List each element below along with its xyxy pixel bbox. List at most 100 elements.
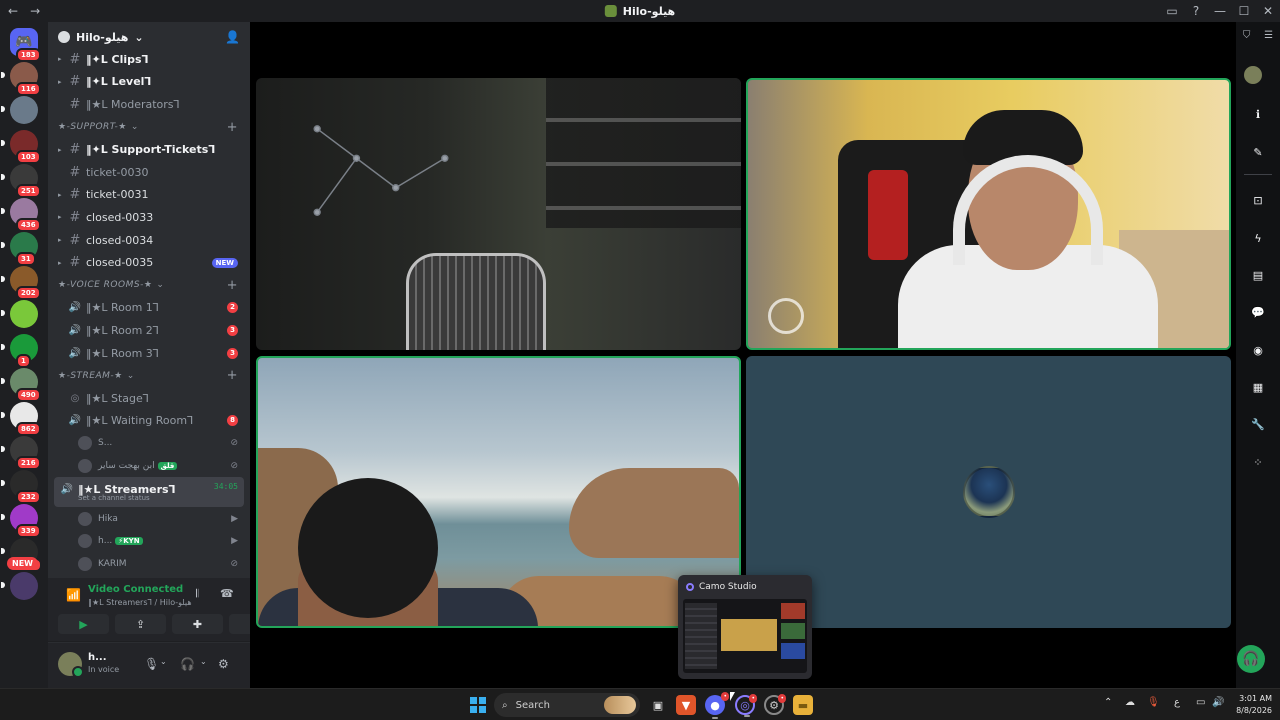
- text-channel[interactable]: ▸ # closed-0035 NEW: [48, 251, 250, 274]
- disconnect-icon[interactable]: ☎: [220, 587, 234, 600]
- text-channel[interactable]: ▸ # ‖✦L Support-Tickets⅂: [48, 138, 250, 161]
- display-icon[interactable]: ▭: [1196, 697, 1205, 708]
- shield-icon[interactable]: ⛉: [1243, 30, 1251, 41]
- add-channel-icon[interactable]: +: [227, 120, 238, 135]
- server-icon[interactable]: [1, 300, 38, 328]
- minimize-button[interactable]: —: [1212, 4, 1228, 18]
- focus-icon[interactable]: ⊡: [1248, 190, 1268, 210]
- voice-user[interactable]: ابن بهجت ساير قلق ⊘: [48, 455, 250, 478]
- chevron-up-icon[interactable]: ⌃: [1104, 697, 1112, 708]
- microphone-icon[interactable]: 🎙: [1147, 697, 1160, 708]
- server-icon[interactable]: 31: [1, 232, 38, 266]
- signal-icon[interactable]: 📶: [66, 588, 81, 602]
- text-channel[interactable]: ▸ # ‖✦L Clips⅂: [48, 48, 250, 71]
- server-icon[interactable]: 251: [1, 164, 41, 198]
- windows-start-icon[interactable]: [470, 697, 486, 713]
- info-icon[interactable]: ℹ: [1248, 104, 1268, 124]
- headphones-icon[interactable]: 🎧: [180, 657, 195, 671]
- text-channel[interactable]: ▸ # closed-0033: [48, 206, 250, 229]
- help-icon[interactable]: ?: [1188, 4, 1204, 18]
- server-icon[interactable]: 1: [1, 334, 38, 368]
- file-explorer-icon[interactable]: ▬: [793, 695, 813, 715]
- server-icon[interactable]: 862: [1, 402, 41, 436]
- steam-icon[interactable]: ⚙ •: [764, 694, 786, 715]
- voice-user[interactable]: Hika ▶: [48, 507, 250, 530]
- cloud-icon[interactable]: ☁: [1125, 697, 1135, 708]
- screen-share-button[interactable]: ⇪: [115, 614, 166, 634]
- add-user-icon[interactable]: 👤: [225, 30, 240, 44]
- voice-user[interactable]: KARIM ⊘: [48, 552, 250, 575]
- avatar[interactable]: [1244, 66, 1262, 84]
- wrench-icon[interactable]: 🔧: [1248, 414, 1268, 434]
- home-button[interactable]: 🎮 183: [10, 28, 41, 62]
- taskbar-search[interactable]: ⌕ Search: [494, 693, 640, 717]
- voice-channel[interactable]: 🔊 ‖★L Room 3⅂ 3: [48, 342, 250, 365]
- avatar[interactable]: [58, 652, 84, 678]
- voice-user[interactable]: h... ⚡KYN ▶: [48, 530, 250, 553]
- video-tile-speaking[interactable]: [256, 356, 741, 628]
- bolt-icon[interactable]: ϟ: [1248, 228, 1268, 248]
- text-channel[interactable]: ▸ # ticket-0031: [48, 184, 250, 207]
- video-tile-speaking[interactable]: [746, 78, 1231, 350]
- volume-icon[interactable]: 🔊: [1212, 697, 1224, 708]
- chevron-down-icon[interactable]: ⌄: [200, 657, 207, 666]
- stage-channel[interactable]: ◎ ‖★L Stage⅂: [48, 387, 250, 410]
- chevron-down-icon[interactable]: ⌄: [160, 657, 167, 666]
- pencil-icon[interactable]: ✎: [1248, 142, 1268, 162]
- text-channel[interactable]: ▸ # closed-0034: [48, 229, 250, 252]
- new-unreads-pill[interactable]: NEW: [7, 557, 38, 570]
- server-icon[interactable]: 490: [1, 368, 41, 402]
- task-view-icon[interactable]: ▣: [648, 695, 668, 715]
- chat-icon[interactable]: 💬: [1248, 302, 1268, 322]
- camera-button[interactable]: ▶: [58, 614, 109, 634]
- support-chat-button[interactable]: 🎧: [1237, 645, 1265, 673]
- system-clock[interactable]: 3:01 AM 8/8/2026: [1232, 693, 1272, 717]
- voice-channel[interactable]: 🔊 ‖★L Room 1⅂ 2: [48, 297, 250, 320]
- video-tile-avatar[interactable]: [746, 356, 1231, 628]
- category-header[interactable]: ★-SUPPORT-★ ⌄ +: [48, 116, 250, 139]
- noise-suppression-icon[interactable]: 𝄃: [196, 587, 198, 601]
- brave-browser-icon[interactable]: ▼: [676, 695, 696, 715]
- channel-status[interactable]: Set a channel status: [58, 494, 244, 502]
- discord-icon[interactable]: ● •: [705, 692, 729, 719]
- activities-button[interactable]: ✚: [172, 614, 223, 634]
- voice-channel[interactable]: 🔊 ‖★L Room 2⅂ 3: [48, 319, 250, 342]
- text-channel[interactable]: # ticket-0030: [48, 161, 250, 184]
- document-icon[interactable]: ▤: [1248, 265, 1268, 285]
- menu-icon[interactable]: ☰: [1264, 30, 1273, 41]
- channel-streamers-active[interactable]: 🔊 ‖★L Streamers⅂ 34:05 Set a channel status: [54, 477, 244, 508]
- server-icon[interactable]: [1, 96, 38, 124]
- camo-studio-icon[interactable]: ◎ •: [735, 694, 757, 717]
- text-channel[interactable]: ▸ # ‖✦L Level⅂: [48, 71, 250, 94]
- video-tile[interactable]: [256, 78, 741, 350]
- maximize-button[interactable]: ☐: [1236, 4, 1252, 18]
- voice-location[interactable]: ‖★L Streamers⅂ / Hilo-هيلو: [88, 598, 192, 607]
- server-icon[interactable]: 339: [1, 504, 41, 538]
- forward-icon[interactable]: →: [30, 4, 40, 18]
- server-icon[interactable]: [1, 572, 38, 600]
- server-icon[interactable]: 216: [1, 436, 41, 470]
- window-thumbnail[interactable]: [683, 599, 807, 673]
- nodes-icon[interactable]: ⁘: [1248, 452, 1268, 472]
- add-channel-icon[interactable]: +: [227, 368, 238, 383]
- server-icon[interactable]: ▦: [1248, 377, 1268, 397]
- taskbar-preview-popup[interactable]: Camo Studio: [678, 575, 812, 679]
- microphone-icon[interactable]: 🎙: [144, 657, 159, 671]
- server-icon[interactable]: 202: [1, 266, 41, 300]
- server-icon[interactable]: 116: [1, 62, 41, 96]
- add-channel-icon[interactable]: +: [227, 278, 238, 293]
- language-indicator[interactable]: ع: [1174, 697, 1180, 708]
- inbox-icon[interactable]: ▭: [1164, 4, 1180, 18]
- server-icon[interactable]: 103: [1, 130, 41, 164]
- back-icon[interactable]: ←: [8, 4, 18, 18]
- voice-channel[interactable]: 🔊 ‖★L Waiting Room⅂ 8: [48, 410, 250, 433]
- category-header[interactable]: ★-STREAM-★ ⌄ +: [48, 364, 250, 387]
- server-icon[interactable]: 232: [1, 470, 41, 504]
- broadcast-icon[interactable]: ◉: [1248, 340, 1268, 360]
- gear-icon[interactable]: ⚙: [218, 657, 229, 671]
- voice-user[interactable]: S... ⊘: [48, 432, 250, 455]
- close-button[interactable]: ✕: [1260, 4, 1276, 18]
- category-header[interactable]: ★-VOICE ROOMS-★ ⌄ +: [48, 274, 250, 297]
- text-channel[interactable]: # ‖★L Moderators⅂: [48, 93, 250, 116]
- server-icon[interactable]: 436: [1, 198, 41, 232]
